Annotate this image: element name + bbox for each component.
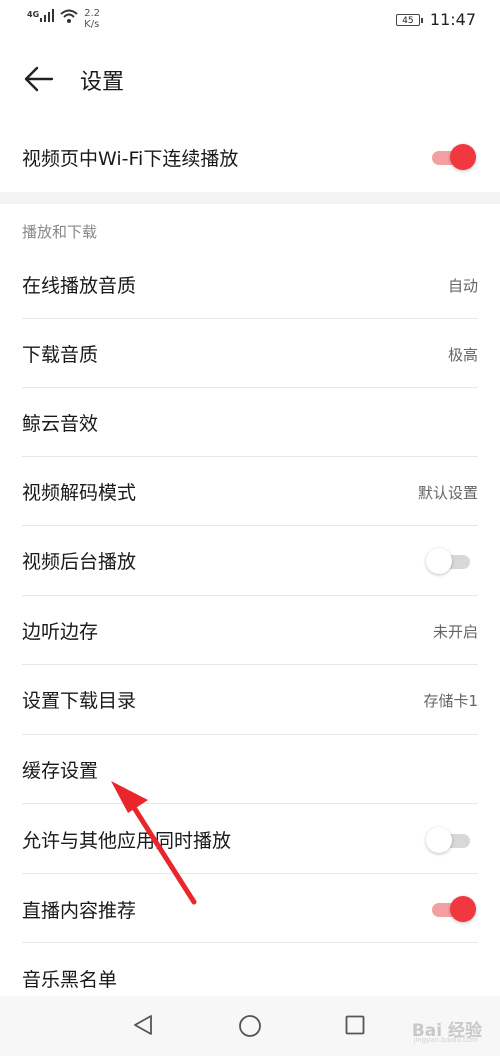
setting-value: 默认设置 <box>417 484 478 502</box>
speed-value: 2.2 <box>84 8 101 19</box>
setting-label: 下载音质 <box>22 344 99 366</box>
setting-row-download-dir[interactable]: 设置下载目录 存储卡1 <box>0 665 500 734</box>
setting-row-wifi-autoplay[interactable]: 视频页中Wi-Fi下连续播放 <box>0 122 500 192</box>
setting-row-listen-save[interactable]: 边听边存 未开启 <box>0 596 500 664</box>
network-type: 4G <box>27 10 40 19</box>
setting-label: 音乐黑名单 <box>22 969 118 991</box>
status-left: 4G 2.2 K/s <box>27 8 100 30</box>
setting-row-video-background[interactable]: 视频后台播放 <box>0 526 500 595</box>
header: 设置 <box>0 40 500 120</box>
setting-row-video-decode[interactable]: 视频解码模式 默认设置 <box>0 457 500 525</box>
video-background-toggle[interactable] <box>426 548 474 574</box>
watermark-url: jingyan.baidu.com <box>413 1036 478 1044</box>
setting-label: 设置下载目录 <box>22 690 137 712</box>
setting-label: 边听边存 <box>22 621 99 643</box>
nav-bar: Bai 经验 jingyan.baidu.com <box>0 996 500 1056</box>
status-bar: 4G 2.2 K/s 45 11:47 <box>0 0 500 40</box>
setting-row-download-quality[interactable]: 下载音质 极高 <box>0 319 500 387</box>
setting-value: 未开启 <box>432 623 478 641</box>
battery-level: 45 <box>402 15 414 26</box>
setting-value: 极高 <box>447 346 478 364</box>
triangle-back-icon[interactable] <box>132 1014 154 1036</box>
signal-icon <box>40 9 55 22</box>
status-right: 45 11:47 <box>395 10 476 29</box>
setting-row-concurrent-play[interactable]: 允许与其他应用同时播放 <box>0 804 500 873</box>
setting-label: 允许与其他应用同时播放 <box>22 830 232 852</box>
clock: 11:47 <box>429 10 476 29</box>
back-arrow-icon[interactable] <box>22 62 56 96</box>
setting-label: 缓存设置 <box>22 760 99 782</box>
wifi-icon <box>60 9 78 23</box>
setting-label: 在线播放音质 <box>22 275 137 297</box>
square-recent-icon[interactable] <box>345 1015 365 1035</box>
section-title: 播放和下载 <box>22 223 98 241</box>
setting-value: 自动 <box>447 277 478 295</box>
battery-icon: 45 <box>395 13 423 26</box>
setting-label: 直播内容推荐 <box>22 900 137 922</box>
setting-row-online-quality[interactable]: 在线播放音质 自动 <box>0 250 500 318</box>
page-title: 设置 <box>80 70 125 95</box>
network-speed: 2.2 K/s <box>84 8 100 30</box>
section-gap <box>0 192 500 204</box>
setting-row-cache[interactable]: 缓存设置 <box>0 735 500 803</box>
speed-unit: K/s <box>84 19 100 30</box>
setting-row-blacklist[interactable]: 音乐黑名单 <box>0 943 500 996</box>
setting-label: 鲸云音效 <box>22 413 99 435</box>
setting-value: 存储卡1 <box>423 692 478 710</box>
setting-label: 视频解码模式 <box>22 482 137 504</box>
setting-row-sound-effect[interactable]: 鲸云音效 <box>0 388 500 456</box>
live-recommend-toggle[interactable] <box>428 896 476 922</box>
wifi-autoplay-toggle[interactable] <box>428 144 476 170</box>
setting-row-live-recommend[interactable]: 直播内容推荐 <box>0 874 500 942</box>
circle-home-icon[interactable] <box>238 1014 262 1038</box>
setting-label: 视频后台播放 <box>22 551 137 573</box>
concurrent-play-toggle[interactable] <box>426 827 474 853</box>
setting-label: 视频页中Wi-Fi下连续播放 <box>22 148 239 170</box>
